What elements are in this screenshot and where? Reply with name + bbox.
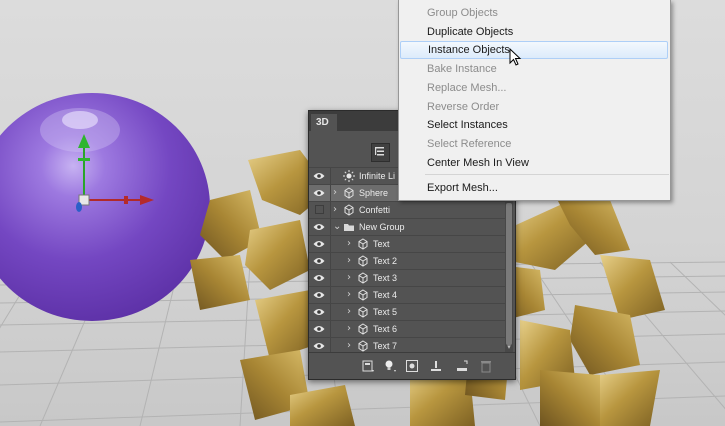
column-divider — [330, 168, 331, 185]
mesh-icon — [358, 306, 368, 318]
layer-name: Text 7 — [373, 341, 398, 351]
drop-to-ground-icon[interactable] — [429, 359, 443, 373]
visibility-eye-icon[interactable] — [313, 342, 325, 350]
menu-item-center-mesh-in-view[interactable]: Center Mesh In View — [399, 154, 670, 172]
mesh-icon — [344, 204, 354, 216]
visibility-eye-icon[interactable] — [313, 291, 325, 299]
menu-item-bake-instance: Bake Instance — [427, 63, 497, 76]
chevron-down-icon[interactable]: ⌄ — [333, 222, 341, 232]
column-divider — [330, 219, 331, 236]
render-icon[interactable] — [405, 359, 419, 373]
chevron-right-icon[interactable]: › — [347, 290, 355, 300]
scene-filter-icon — [375, 147, 384, 156]
layer-row[interactable]: › Confetti — [309, 201, 505, 219]
visibility-eye-icon[interactable] — [313, 325, 325, 333]
column-divider — [330, 287, 331, 304]
chevron-right-icon[interactable]: › — [333, 188, 341, 198]
column-divider — [330, 270, 331, 287]
menu-item-select-reference: Select Reference — [427, 137, 512, 150]
mesh-menu-icon[interactable] — [361, 359, 375, 373]
chevron-right-icon[interactable]: › — [347, 273, 355, 283]
menu-separator — [425, 174, 669, 176]
folder-icon — [344, 224, 354, 231]
tab-3d[interactable]: 3D — [311, 114, 337, 131]
context-menu: Group Objects Duplicate Objects Instance O… — [398, 0, 671, 201]
panel-bottom-toolbar — [309, 352, 515, 380]
layer-row[interactable]: ⌄ New Group — [309, 218, 505, 236]
layer-row[interactable]: › Text 6 — [309, 320, 505, 338]
column-divider — [330, 304, 331, 321]
menu-item-select-instances[interactable]: Select Instances — [399, 116, 670, 134]
chevron-right-icon[interactable]: › — [347, 307, 355, 317]
layer-name: Infinite Li — [359, 171, 396, 181]
mesh-icon — [358, 255, 368, 267]
add-constraint-icon[interactable] — [455, 359, 469, 373]
chevron-right-icon[interactable]: › — [333, 205, 341, 215]
layer-row[interactable]: › Text 3 — [309, 269, 505, 287]
layer-name: Text 5 — [373, 307, 398, 317]
mesh-icon — [358, 340, 368, 352]
chevron-right-icon[interactable]: › — [347, 341, 355, 351]
chevron-right-icon[interactable]: › — [347, 324, 355, 334]
scrollbar-thumb[interactable] — [506, 203, 512, 345]
mesh-icon — [358, 238, 368, 250]
light-icon — [343, 170, 355, 182]
layer-row[interactable]: › Text 7 — [309, 337, 505, 352]
light-menu-icon[interactable] — [383, 359, 397, 373]
column-divider — [330, 236, 331, 253]
chevron-right-icon[interactable]: › — [347, 256, 355, 266]
layer-name: Sphere — [359, 188, 389, 198]
mesh-icon — [344, 187, 354, 199]
column-divider — [330, 202, 331, 219]
visibility-toggle[interactable] — [315, 205, 324, 214]
mouse-cursor-icon — [509, 48, 522, 66]
filter-whole-scene-button[interactable] — [371, 143, 390, 162]
layer-row[interactable]: › Text 5 — [309, 303, 505, 321]
layer-name: New Group — [359, 222, 405, 232]
layer-name: Text 4 — [373, 290, 398, 300]
menu-item-instance-objects[interactable]: Instance Objects — [400, 41, 668, 60]
mesh-icon — [358, 289, 368, 301]
visibility-eye-icon[interactable] — [313, 240, 325, 248]
menu-item-duplicate-objects[interactable]: Duplicate Objects — [399, 23, 670, 41]
layer-name: Text 2 — [373, 256, 398, 266]
trash-icon[interactable] — [479, 359, 493, 373]
visibility-eye-icon[interactable] — [313, 274, 325, 282]
layer-name: Confetti — [359, 205, 391, 215]
layer-name: Text 6 — [373, 324, 398, 334]
visibility-eye-icon[interactable] — [313, 308, 325, 316]
menu-item-reverse-order: Reverse Order — [427, 100, 500, 113]
column-divider — [330, 321, 331, 338]
column-divider — [330, 338, 331, 352]
layer-row[interactable]: › Text 4 — [309, 286, 505, 304]
menu-item-replace-mesh: Replace Mesh... — [427, 81, 507, 94]
visibility-eye-icon[interactable] — [313, 257, 325, 265]
mesh-icon — [358, 323, 368, 335]
chevron-right-icon[interactable]: › — [347, 239, 355, 249]
scroll-down-arrow[interactable]: ▾ — [506, 344, 512, 352]
visibility-eye-icon[interactable] — [313, 172, 325, 180]
visibility-eye-icon[interactable] — [313, 189, 325, 197]
column-divider — [330, 185, 331, 202]
sphere-object — [0, 93, 210, 321]
layer-row[interactable]: › Text 2 — [309, 252, 505, 270]
layer-name: Text 3 — [373, 273, 398, 283]
menu-item-export-mesh[interactable]: Export Mesh... — [399, 179, 670, 197]
mesh-icon — [358, 272, 368, 284]
menu-item-group-objects: Group Objects — [427, 7, 498, 19]
column-divider — [330, 253, 331, 270]
visibility-eye-icon[interactable] — [313, 223, 325, 231]
layer-name: Text — [373, 239, 390, 249]
layer-row[interactable]: › Text — [309, 235, 505, 253]
